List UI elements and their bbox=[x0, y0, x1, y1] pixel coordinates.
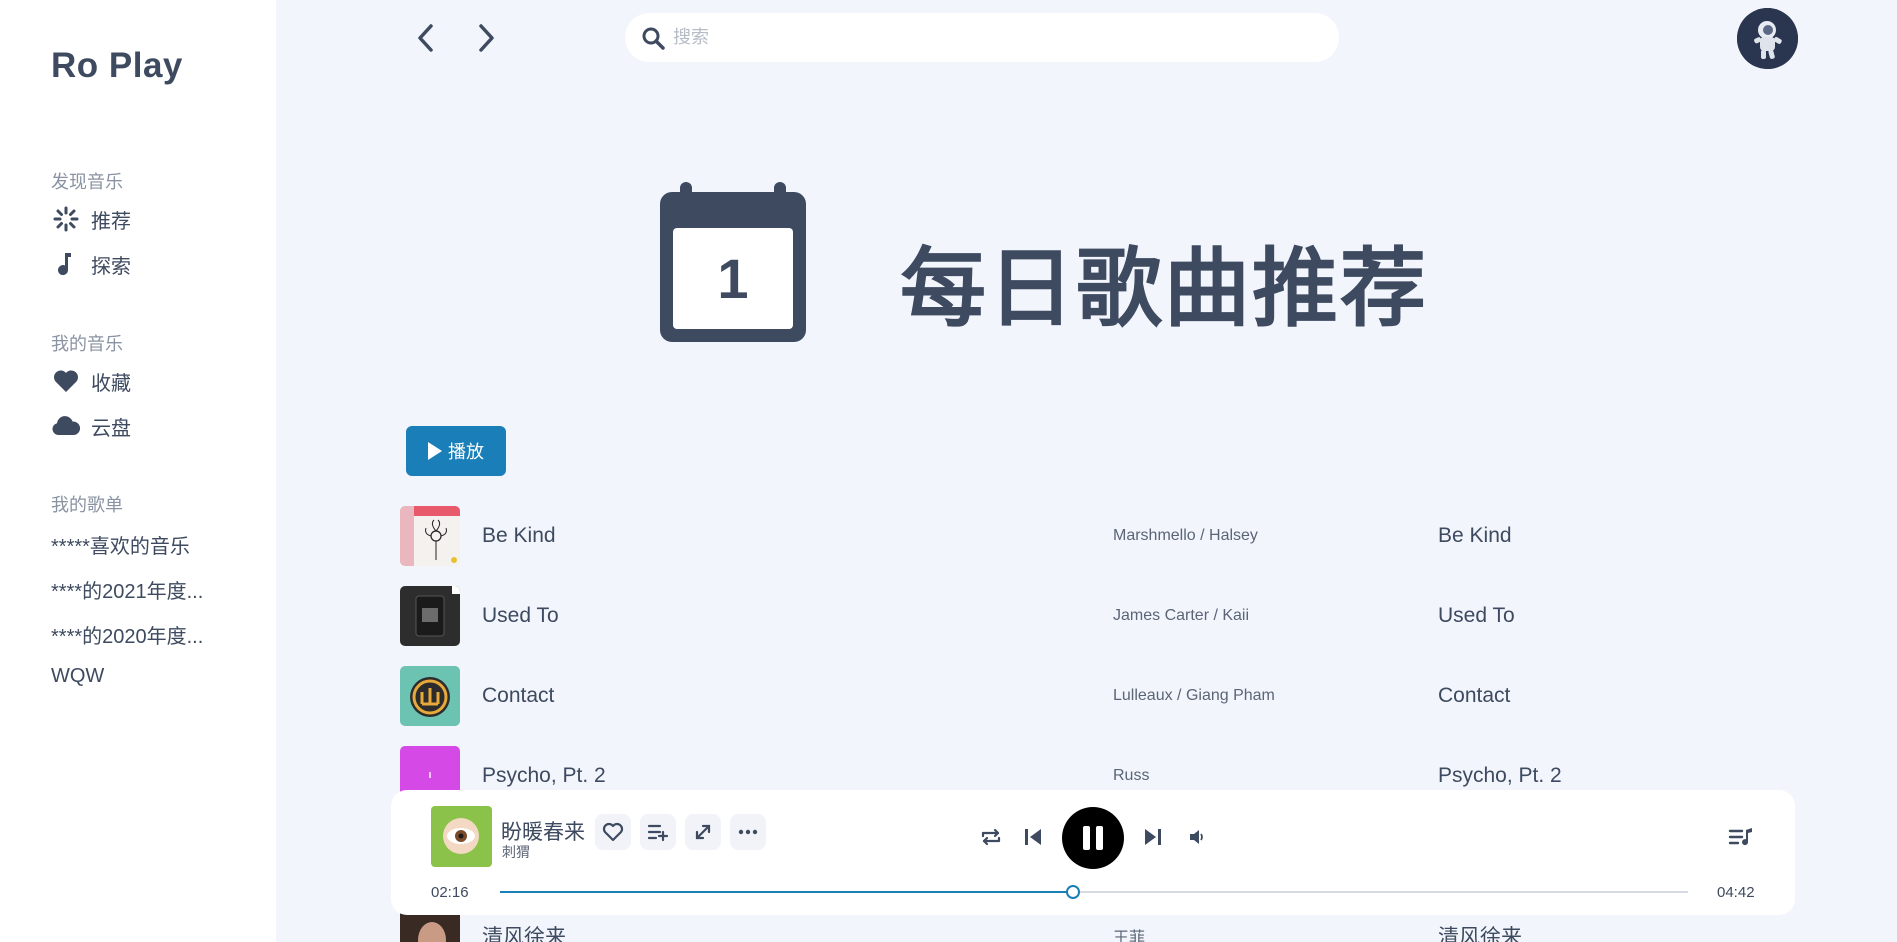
queue-music-icon bbox=[1728, 828, 1752, 846]
track-artists[interactable]: Marshmello / Halsey bbox=[1113, 527, 1258, 545]
track-album[interactable]: 清风徐来 bbox=[1438, 921, 1522, 942]
track-album[interactable]: Psycho, Pt. 2 bbox=[1438, 764, 1562, 788]
play-icon bbox=[428, 442, 442, 460]
track-title: Psycho, Pt. 2 bbox=[482, 764, 606, 787]
add-to-playlist-button[interactable] bbox=[640, 814, 676, 850]
track-cover bbox=[400, 666, 460, 726]
sidebar-playlist-item[interactable]: WQW bbox=[51, 665, 104, 688]
back-button[interactable] bbox=[406, 18, 446, 58]
sidebar-playlist-item[interactable]: ****的2021年度... bbox=[51, 575, 203, 604]
section-title-playlists: 我的歌单 bbox=[51, 495, 123, 515]
track-album[interactable]: Be Kind bbox=[1438, 524, 1512, 548]
search-icon bbox=[639, 24, 667, 52]
sidebar-item-label: 收藏 bbox=[91, 372, 131, 395]
cloud-icon bbox=[51, 411, 81, 441]
sidebar-item-cloud[interactable]: 云盘 bbox=[51, 409, 131, 443]
track-artists[interactable]: Lulleaux / Giang Pham bbox=[1113, 687, 1275, 705]
app-brand: Ro Play bbox=[51, 46, 183, 85]
more-icon bbox=[738, 829, 758, 835]
track-artists[interactable]: 王菲 bbox=[1113, 924, 1145, 942]
total-time: 04:42 bbox=[1717, 884, 1755, 901]
sidebar-item-recommend[interactable]: 推荐 bbox=[51, 202, 131, 236]
pause-button[interactable] bbox=[1062, 807, 1124, 869]
sidebar-playlist-item[interactable]: *****喜欢的音乐 bbox=[51, 530, 190, 559]
sidebar-item-explore[interactable]: 探索 bbox=[51, 247, 131, 281]
now-playing-cover[interactable] bbox=[431, 806, 492, 867]
chevron-right-icon bbox=[479, 24, 494, 52]
sidebar-item-label: 探索 bbox=[91, 255, 131, 278]
heart-outline-icon bbox=[602, 822, 624, 842]
heart-icon bbox=[51, 366, 81, 396]
section-title-my-music: 我的音乐 bbox=[51, 334, 123, 354]
track-row[interactable]: Used To James Carter / Kaii Used To bbox=[400, 585, 1800, 647]
skip-next-icon bbox=[1145, 829, 1161, 845]
play-all-button[interactable]: 播放 bbox=[406, 426, 506, 476]
track-album[interactable]: Contact bbox=[1438, 684, 1510, 708]
track-album[interactable]: Used To bbox=[1438, 604, 1515, 628]
calendar-icon: 1 bbox=[658, 180, 808, 345]
now-playing-artist[interactable]: 刺猬 bbox=[502, 842, 530, 862]
track-title: Contact bbox=[482, 684, 555, 707]
music-note-icon bbox=[51, 249, 81, 279]
track-title: 清风徐来 bbox=[482, 926, 566, 942]
pause-icon-bar bbox=[1083, 826, 1090, 850]
page-title: 每日歌曲推荐 bbox=[900, 241, 1428, 337]
expand-button[interactable] bbox=[685, 814, 721, 850]
track-row[interactable]: Contact Lulleaux / Giang Pham Contact bbox=[400, 665, 1800, 727]
expand-icon bbox=[695, 824, 711, 840]
track-cover bbox=[400, 506, 460, 566]
repeat-button[interactable] bbox=[976, 822, 1006, 852]
sidebar-playlist-item[interactable]: ****的2020年度... bbox=[51, 620, 203, 649]
sidebar-item-label: 推荐 bbox=[91, 210, 131, 233]
like-button[interactable] bbox=[595, 814, 631, 850]
next-button[interactable] bbox=[1138, 822, 1168, 852]
sparkle-icon bbox=[51, 204, 81, 234]
repeat-icon bbox=[981, 828, 1001, 846]
progress-bar[interactable] bbox=[500, 885, 1688, 899]
player-bar: 盼暖春来 刺猬 02:16 04:42 bbox=[391, 790, 1795, 915]
search-bar bbox=[625, 13, 1339, 62]
astronaut-icon bbox=[1737, 8, 1798, 69]
previous-button[interactable] bbox=[1018, 822, 1048, 852]
track-artists[interactable]: Russ bbox=[1113, 767, 1149, 785]
chevron-left-icon bbox=[418, 24, 433, 52]
volume-icon bbox=[1190, 830, 1203, 844]
progress-fill bbox=[500, 891, 1073, 893]
queue-button[interactable] bbox=[1726, 822, 1756, 852]
track-row[interactable]: Be Kind Marshmello / Halsey Be Kind bbox=[400, 505, 1800, 567]
sidebar-item-favorites[interactable]: 收藏 bbox=[51, 364, 131, 398]
current-time: 02:16 bbox=[431, 884, 469, 901]
forward-button[interactable] bbox=[466, 18, 506, 58]
more-button[interactable] bbox=[730, 814, 766, 850]
play-all-label: 播放 bbox=[448, 442, 484, 462]
progress-knob[interactable] bbox=[1065, 885, 1080, 899]
sidebar-item-label: 云盘 bbox=[91, 417, 131, 440]
track-title: Used To bbox=[482, 604, 559, 627]
sidebar: Ro Play 发现音乐 推荐 探索 我的音乐 收藏 云盘 我的歌单 *****… bbox=[0, 0, 276, 942]
track-artists[interactable]: James Carter / Kaii bbox=[1113, 607, 1249, 625]
volume-button[interactable] bbox=[1182, 822, 1212, 852]
search-input[interactable] bbox=[673, 27, 1273, 48]
playlist-add-icon bbox=[647, 824, 669, 842]
track-cover bbox=[400, 586, 460, 646]
pause-icon-bar bbox=[1096, 826, 1103, 850]
section-title-discover: 发现音乐 bbox=[51, 172, 123, 192]
track-title: Be Kind bbox=[482, 524, 556, 547]
avatar[interactable] bbox=[1737, 8, 1798, 69]
calendar-day: 1 bbox=[717, 247, 749, 310]
skip-previous-icon bbox=[1025, 829, 1041, 845]
